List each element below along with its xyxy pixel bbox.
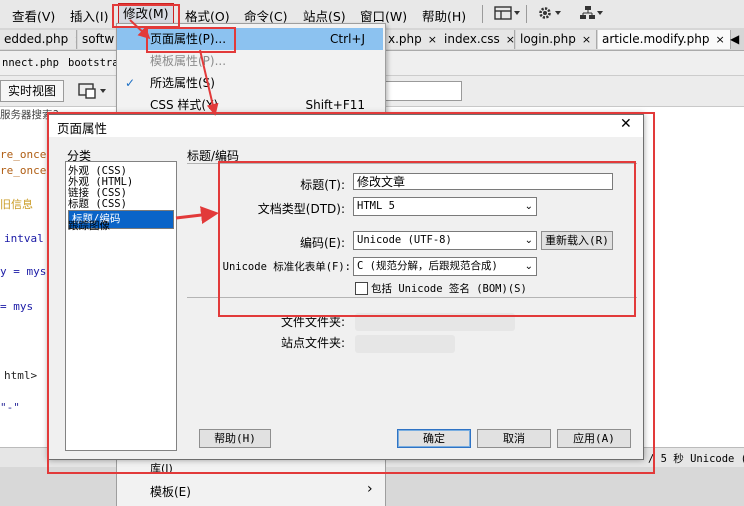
annotation-arrows	[129, 19, 219, 224]
annotation-arrow	[199, 49, 219, 116]
annotation-arrow	[175, 206, 219, 224]
annotation-arrow	[129, 19, 151, 40]
